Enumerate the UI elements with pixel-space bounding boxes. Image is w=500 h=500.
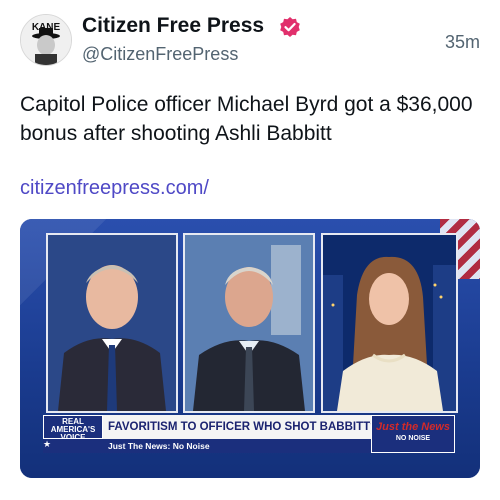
post-timestamp[interactable]: 35m (445, 32, 480, 53)
network-logo: REAL AMERICA'S VOICE (43, 415, 103, 442)
post-link[interactable]: citizenfreepress.com/ (20, 177, 209, 200)
profile-avatar[interactable]: KANE (20, 14, 72, 66)
man-portrait-image (185, 235, 313, 411)
verified-badge-icon (280, 17, 300, 37)
woman-portrait-image (323, 235, 456, 411)
news-chyron: REAL AMERICA'S VOICE ★ FAVORITISM TO OFF… (43, 415, 455, 453)
display-name[interactable]: Citizen Free Press (82, 14, 264, 38)
network-logo-bar: ★ (43, 439, 103, 453)
brand-logo-top: Just the News (376, 421, 450, 433)
chyron-headline: FAVORITISM TO OFFICER WHO SHOT BABBITT? (103, 415, 371, 439)
chyron-subline: Just The News: No Noise (103, 439, 371, 453)
video-thumbnail[interactable]: REAL AMERICA'S VOICE ★ FAVORITISM TO OFF… (20, 219, 480, 478)
kane-logo-icon: KANE (21, 15, 71, 65)
brand-logo-bottom: NO NOISE (395, 435, 431, 442)
account-handle[interactable]: @CitizenFreePress (82, 44, 238, 65)
post-text: Capitol Police officer Michael Byrd got … (20, 93, 473, 145)
brand-logo: Just the News NO NOISE (371, 415, 455, 453)
video-panel-left (46, 233, 178, 413)
video-panel-center (183, 233, 315, 413)
man-portrait-image (48, 235, 176, 411)
video-panel-right (321, 233, 458, 413)
